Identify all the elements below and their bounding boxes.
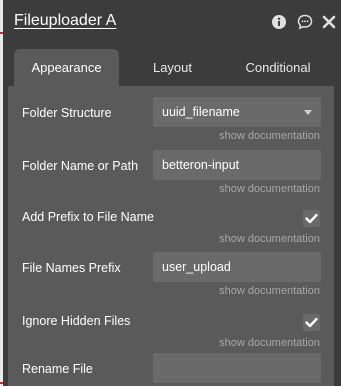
ignore-hidden-checkbox[interactable] [303,314,320,331]
property-label: Folder Structure [22,106,112,120]
panel-title: Fileuploader A [14,12,117,29]
property-label: Ignore Hidden Files [22,314,131,328]
add-prefix-checkbox[interactable] [303,210,320,227]
edge-marker [0,382,3,384]
file-names-prefix-input[interactable]: user_upload [153,252,321,282]
property-label: File Names Prefix [22,261,121,275]
close-icon[interactable] [321,14,337,30]
folder-name-input[interactable]: betteron-input [153,150,321,180]
rename-file-input[interactable] [153,353,321,383]
show-documentation-link[interactable]: show documentation [219,130,320,142]
tab-appearance[interactable]: Appearance [14,49,119,86]
dropdown-value: uuid_filename [162,105,240,119]
tab-conditional[interactable]: Conditional [228,49,328,86]
show-documentation-link[interactable]: show documentation [219,337,320,349]
property-label: Rename File [22,362,93,376]
chat-icon[interactable] [297,14,313,30]
tab-layout[interactable]: Layout [125,49,220,86]
property-label: Add Prefix to File Name [22,210,154,224]
checkmark-icon [305,317,318,328]
chevron-down-icon [304,110,312,115]
property-editor-panel: Fileuploader A Appearance Layout Conditi… [0,0,341,386]
property-label: Folder Name or Path [22,159,139,173]
show-documentation-link[interactable]: show documentation [219,183,320,195]
appearance-properties: Folder Structure uuid_filename show docu… [8,86,334,386]
show-documentation-link[interactable]: show documentation [219,285,320,297]
folder-structure-dropdown[interactable]: uuid_filename [153,97,321,127]
tab-bar: Appearance Layout Conditional [0,49,341,86]
info-icon[interactable] [271,14,287,30]
checkmark-icon [305,213,318,224]
panel-titlebar: Fileuploader A [0,0,341,44]
show-documentation-link[interactable]: show documentation [219,233,320,245]
